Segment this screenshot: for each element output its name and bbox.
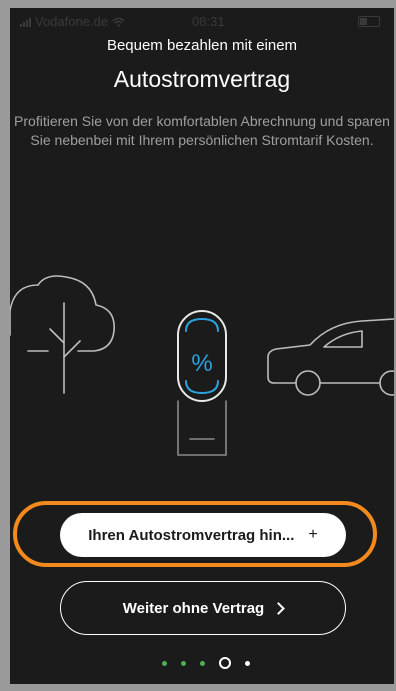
page-dot[interactable] (200, 660, 205, 666)
add-contract-button[interactable]: Ihren Autostromvertrag hin... + (60, 513, 346, 557)
percent-battery-icon (177, 310, 227, 456)
tree-icon (10, 275, 115, 394)
continue-label: Weiter ohne Vertrag (122, 599, 265, 617)
onboarding-subtitle: Bequem bezahlen mit einem (106, 37, 298, 54)
page-indicator[interactable] (162, 655, 252, 671)
onboarding-illustration: % (10, 275, 394, 456)
wifi-icon (112, 17, 125, 27)
plus-icon: + (308, 526, 318, 543)
device-frame: Vodafone.de 08:31 Bequem bezahlen mit ei… (0, 0, 396, 691)
continue-without-contract-button[interactable]: Weiter ohne Vertrag (60, 581, 346, 635)
chevron-right-icon (272, 601, 286, 615)
app-screen: Vodafone.de 08:31 Bequem bezahlen mit ei… (10, 8, 394, 684)
status-bar: Vodafone.de 08:31 (10, 8, 394, 34)
percent-symbol: % (191, 350, 212, 377)
onboarding-description: Profitieren Sie von der komfortablen Abr… (14, 113, 390, 148)
status-carrier: Vodafone.de (20, 14, 125, 29)
car-icon (267, 318, 394, 396)
carrier-label: Vodafone.de (35, 14, 109, 29)
signal-icon (20, 17, 31, 27)
page-dot-current[interactable] (219, 657, 231, 669)
page-dot[interactable] (181, 660, 186, 666)
page-dot[interactable] (162, 660, 167, 666)
battery-icon (358, 16, 380, 27)
page-dot[interactable] (245, 660, 250, 666)
onboarding-title: Autostromvertrag (113, 66, 291, 92)
add-contract-label: Ihren Autostromvertrag hin... (88, 526, 295, 544)
status-time: 08:31 (192, 14, 225, 29)
